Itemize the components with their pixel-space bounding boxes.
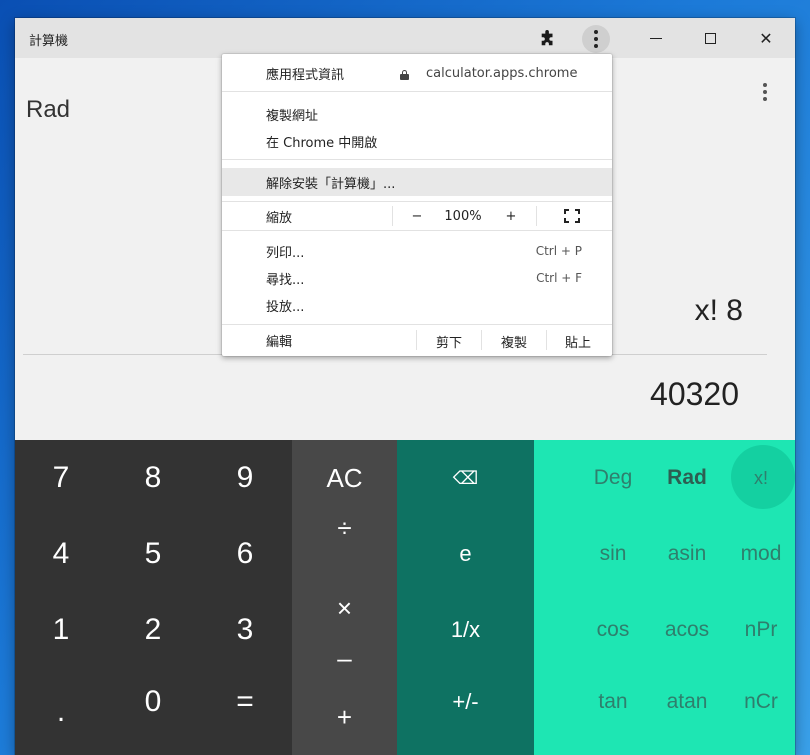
menu-print-label: 列印... <box>266 245 305 261</box>
key-add[interactable]: + <box>292 679 397 755</box>
result-display: 40320 <box>650 376 739 412</box>
key-deg[interactable]: Deg <box>576 440 650 516</box>
menu-edit: 編輯 剪下 複製 貼上 <box>222 326 612 354</box>
menu-open-in-chrome[interactable]: 在 Chrome 中開啟 <box>222 127 612 155</box>
key-9[interactable]: 9 <box>199 440 291 516</box>
key-negate[interactable]: +/- <box>397 664 534 740</box>
key-asin[interactable]: asin <box>650 516 724 592</box>
menu-copy-url-label: 複製網址 <box>266 108 319 124</box>
find-shortcut: Ctrl + F <box>536 271 582 285</box>
expression-display: x! 8 <box>694 294 743 327</box>
menu-cast-label: 投放... <box>266 299 305 315</box>
menu-edit-label: 編輯 <box>266 334 293 350</box>
menu-open-in-chrome-label: 在 Chrome 中開啟 <box>266 135 378 151</box>
function-pad: ⌫ e 1/x +/- <box>397 440 534 755</box>
app-more-menu-icon[interactable] <box>761 81 769 103</box>
key-divide[interactable]: ÷ <box>292 503 397 553</box>
key-euler-e[interactable]: e <box>397 516 534 592</box>
menu-app-info-label: 應用程式資訊 <box>266 67 345 83</box>
minimize-icon <box>650 37 662 39</box>
fullscreen-button[interactable] <box>542 202 602 230</box>
key-atan[interactable]: atan <box>650 664 724 740</box>
overflow-menu: 應用程式資訊 calculator.apps.chrome 複製網址 在 Chr… <box>222 54 612 356</box>
key-0[interactable]: 0 <box>107 664 199 740</box>
key-8[interactable]: 8 <box>107 440 199 516</box>
key-npr[interactable]: nPr <box>724 592 795 668</box>
zoom-in-button[interactable]: + <box>496 202 526 230</box>
key-factorial[interactable]: x! <box>724 440 795 516</box>
key-sin[interactable]: sin <box>576 516 650 592</box>
key-2[interactable]: 2 <box>107 592 199 668</box>
menu-zoom: 縮放 − 100% + <box>222 202 612 230</box>
menu-find[interactable]: 尋找... Ctrl + F <box>222 264 612 292</box>
angle-mode-label: Rad <box>26 96 71 123</box>
key-decimal[interactable]: . <box>15 674 107 750</box>
menu-print[interactable]: 列印... Ctrl + P <box>222 237 612 265</box>
menu-zoom-label: 縮放 <box>266 210 293 226</box>
key-rad[interactable]: Rad <box>650 440 724 516</box>
menu-app-info[interactable]: 應用程式資訊 calculator.apps.chrome <box>222 59 612 87</box>
fullscreen-icon <box>564 209 580 223</box>
paste-button[interactable]: 貼上 <box>547 326 609 356</box>
key-acos[interactable]: acos <box>650 592 724 668</box>
menu-copy-url[interactable]: 複製網址 <box>222 100 612 128</box>
maximize-icon <box>704 32 716 44</box>
browser-menu-icon[interactable] <box>582 25 610 53</box>
key-backspace[interactable]: ⌫ <box>397 440 534 516</box>
lock-icon <box>400 70 409 80</box>
zoom-out-button[interactable]: − <box>402 202 432 230</box>
menu-uninstall-label: 解除安裝「計算機」... <box>266 176 396 192</box>
key-mod[interactable]: mod <box>724 516 795 592</box>
copy-button[interactable]: 複製 <box>482 326 546 356</box>
key-tan[interactable]: tan <box>576 664 650 740</box>
number-pad: 7 8 9 4 5 6 1 2 3 . 0 = <box>15 440 292 755</box>
key-3[interactable]: 3 <box>199 592 291 668</box>
extensions-puzzle-icon[interactable] <box>537 28 559 50</box>
key-6[interactable]: 6 <box>199 516 291 592</box>
scientific-pad: Deg Rad x! sin asin mod cos acos nPr tan… <box>534 440 795 755</box>
key-multiply[interactable]: × <box>292 583 397 633</box>
maximize-button[interactable] <box>683 18 737 58</box>
key-cos[interactable]: cos <box>576 592 650 668</box>
keypad: 7 8 9 4 5 6 1 2 3 . 0 = AC ÷ × – + ⌫ e 1… <box>15 440 795 755</box>
minimize-button[interactable] <box>629 18 683 58</box>
cut-button[interactable]: 剪下 <box>417 326 481 356</box>
key-5[interactable]: 5 <box>107 516 199 592</box>
key-7[interactable]: 7 <box>15 440 107 516</box>
key-reciprocal[interactable]: 1/x <box>397 592 534 668</box>
menu-cast[interactable]: 投放... <box>222 291 612 319</box>
key-1[interactable]: 1 <box>15 592 107 668</box>
zoom-level: 100% <box>444 208 482 224</box>
menu-uninstall[interactable]: 解除安裝「計算機」... <box>222 168 612 196</box>
operator-pad: AC ÷ × – + <box>292 440 397 755</box>
key-4[interactable]: 4 <box>15 516 107 592</box>
menu-find-label: 尋找... <box>266 272 305 288</box>
key-equals[interactable]: = <box>199 664 291 740</box>
window-title: 計算機 <box>29 34 69 49</box>
print-shortcut: Ctrl + P <box>535 244 582 258</box>
app-url: calculator.apps.chrome <box>426 65 578 81</box>
close-button[interactable]: ✕ <box>739 18 793 58</box>
title-bar: 計算機 ✕ <box>15 18 795 58</box>
key-subtract[interactable]: – <box>292 633 397 683</box>
key-ncr[interactable]: nCr <box>724 664 795 740</box>
